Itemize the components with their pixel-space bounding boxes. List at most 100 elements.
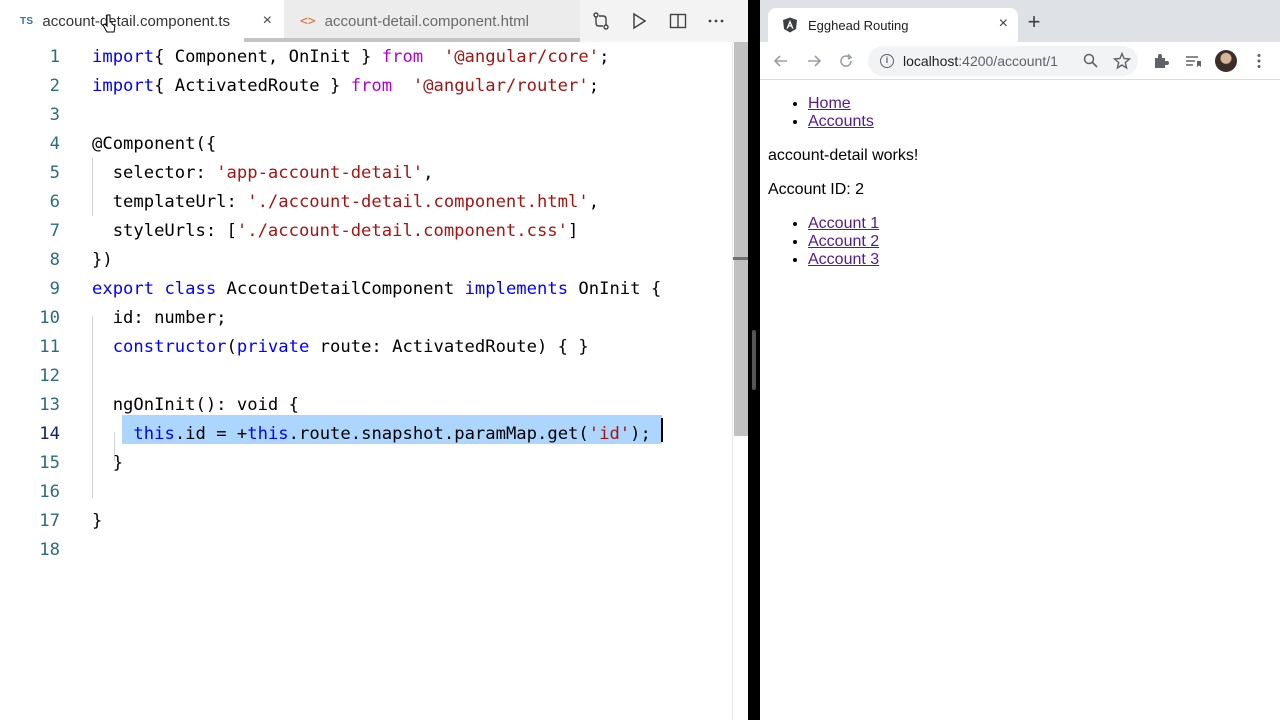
angular-logo-icon	[783, 17, 797, 33]
code-text: templateUrl: './account-detail.component…	[92, 188, 599, 217]
code-token: 'app-account-detail'	[216, 163, 424, 183]
code-token: ]	[568, 221, 579, 241]
code-text: @Component({	[92, 130, 216, 159]
code-token: OnInit {	[568, 279, 662, 299]
code-line[interactable]: 11 constructor(private route: ActivatedR…	[0, 333, 732, 362]
avatar[interactable]	[1215, 50, 1237, 72]
code-text: selector: 'app-account-detail',	[92, 159, 434, 188]
line-number: 16	[39, 482, 60, 502]
code-token: ;	[599, 47, 610, 67]
code-text: styleUrls: ['./account-detail.component.…	[92, 217, 579, 246]
tab-label: account-detail.component.html	[324, 12, 529, 30]
code-line[interactable]: 9 export class AccountDetailComponent imp…	[0, 275, 732, 304]
home-link[interactable]: Home	[808, 95, 851, 112]
account-1-link[interactable]: Account 1	[808, 215, 879, 232]
code-line[interactable]: 18	[0, 536, 732, 565]
line-number: 7	[49, 221, 60, 241]
code-line[interactable]: 4 @Component({	[0, 130, 732, 159]
line-number: 9	[49, 279, 60, 299]
code-line[interactable]: 10 id: number;	[0, 304, 732, 333]
close-icon[interactable]: ×	[999, 15, 1008, 33]
code-token: '@angular/core'	[443, 47, 600, 67]
browser-window: Egghead Routing × + i localhost:4200/acc…	[760, 0, 1280, 720]
code-token: class	[164, 279, 217, 299]
code-line[interactable]: 14 this.id = +this.route.snapshot.paramM…	[0, 420, 732, 449]
account-3-link[interactable]: Account 3	[808, 251, 879, 268]
url-host: localhost	[903, 53, 959, 69]
code-token: this	[247, 424, 289, 444]
code-line[interactable]: 7 styleUrls: ['./account-detail.componen…	[0, 217, 732, 246]
code-line[interactable]: 16	[0, 478, 732, 507]
code-text: }	[92, 449, 123, 478]
window-divider[interactable]	[748, 0, 760, 720]
code-token: import	[92, 47, 155, 67]
resize-handle[interactable]	[752, 330, 756, 390]
editor-scrollbar[interactable]	[732, 42, 748, 720]
browser-tab[interactable]: Egghead Routing ×	[768, 8, 1018, 42]
code-area[interactable]: 1 import{ Component, OnInit } from '@angu…	[0, 42, 732, 720]
code-line[interactable]: 15 }	[0, 449, 732, 478]
web-page-content: Home Accounts account-detail works! Acco…	[760, 80, 1280, 720]
code-token: }	[92, 453, 124, 473]
editor-tab-bar: TS account-detail.component.ts × <> acco…	[0, 0, 748, 42]
code-token: { Component, OnInit }	[154, 47, 382, 67]
line-number: 6	[49, 192, 60, 212]
code-text: import{ ActivatedRoute } from '@angular/…	[92, 72, 599, 101]
extensions-icon[interactable]	[1152, 52, 1170, 70]
code-token: AccountDetailComponent	[216, 279, 465, 299]
site-info-icon[interactable]: i	[880, 54, 894, 68]
code-token: './account-detail.component.html'	[247, 192, 589, 212]
accounts-link[interactable]: Accounts	[808, 113, 874, 130]
list-item: Account 3	[808, 251, 879, 269]
code-token: route: ActivatedRoute) { }	[309, 337, 589, 357]
code-line[interactable]: 6 templateUrl: './account-detail.compone…	[0, 188, 732, 217]
split-editor-icon[interactable]	[667, 10, 689, 32]
account-2-link[interactable]: Account 2	[808, 233, 879, 250]
new-tab-button[interactable]: +	[1022, 10, 1046, 34]
code-text: export class AccountDetailComponent impl…	[92, 275, 661, 304]
scrollbar-thumb[interactable]	[734, 42, 748, 436]
line-number: 8	[49, 250, 60, 270]
list-item: Account 1	[808, 215, 879, 233]
code-line[interactable]: 8})	[0, 246, 732, 275]
code-token: '@angular/router'	[412, 76, 589, 96]
code-token: );	[630, 424, 651, 444]
reload-icon[interactable]	[835, 50, 857, 72]
code-token: ;	[588, 76, 600, 96]
line-number: 4	[49, 134, 60, 154]
code-line[interactable]: 17}	[0, 507, 732, 536]
forward-arrow-icon[interactable]	[803, 50, 825, 72]
code-line[interactable]: 12	[0, 362, 732, 391]
code-token: ngOnInit(): void {	[92, 395, 299, 415]
code-token: ,	[588, 192, 600, 212]
run-icon[interactable]	[628, 10, 650, 32]
more-actions-icon[interactable]	[705, 10, 727, 32]
tab-account-detail-ts[interactable]: TS account-detail.component.ts ×	[0, 0, 284, 42]
url-path: :4200/account/1	[958, 53, 1058, 69]
code-token: './account-detail.component.css'	[236, 221, 569, 241]
close-icon[interactable]: ×	[263, 11, 272, 31]
code-token: })	[92, 250, 113, 270]
zoom-icon[interactable]	[1082, 52, 1100, 70]
reading-list-icon[interactable]	[1184, 52, 1202, 70]
code-token: @Component({	[92, 134, 217, 154]
line-number: 13	[39, 395, 60, 415]
code-line[interactable]: 3	[0, 101, 732, 130]
code-line[interactable]: 1 import{ Component, OnInit } from '@angu…	[0, 43, 732, 72]
compare-changes-icon[interactable]	[590, 10, 612, 32]
code-token: (	[226, 337, 237, 357]
code-text: ngOnInit(): void {	[92, 391, 299, 420]
bookmark-star-icon[interactable]	[1113, 52, 1131, 70]
browser-menu-icon[interactable]	[1250, 52, 1268, 70]
scrollbar-cursor-marker	[733, 257, 748, 260]
tab-account-detail-html[interactable]: <> account-detail.component.html	[284, 0, 580, 42]
code-line[interactable]: 5 selector: 'app-account-detail',	[0, 159, 732, 188]
code-text: }	[92, 507, 102, 536]
code-token: id: number;	[92, 308, 227, 328]
back-arrow-icon[interactable]	[770, 50, 792, 72]
code-line[interactable]: 13 ngOnInit(): void {	[0, 391, 732, 420]
code-line[interactable]: 2 import{ ActivatedRoute } from '@angular…	[0, 72, 732, 101]
code-token: styleUrls: [	[92, 221, 237, 241]
